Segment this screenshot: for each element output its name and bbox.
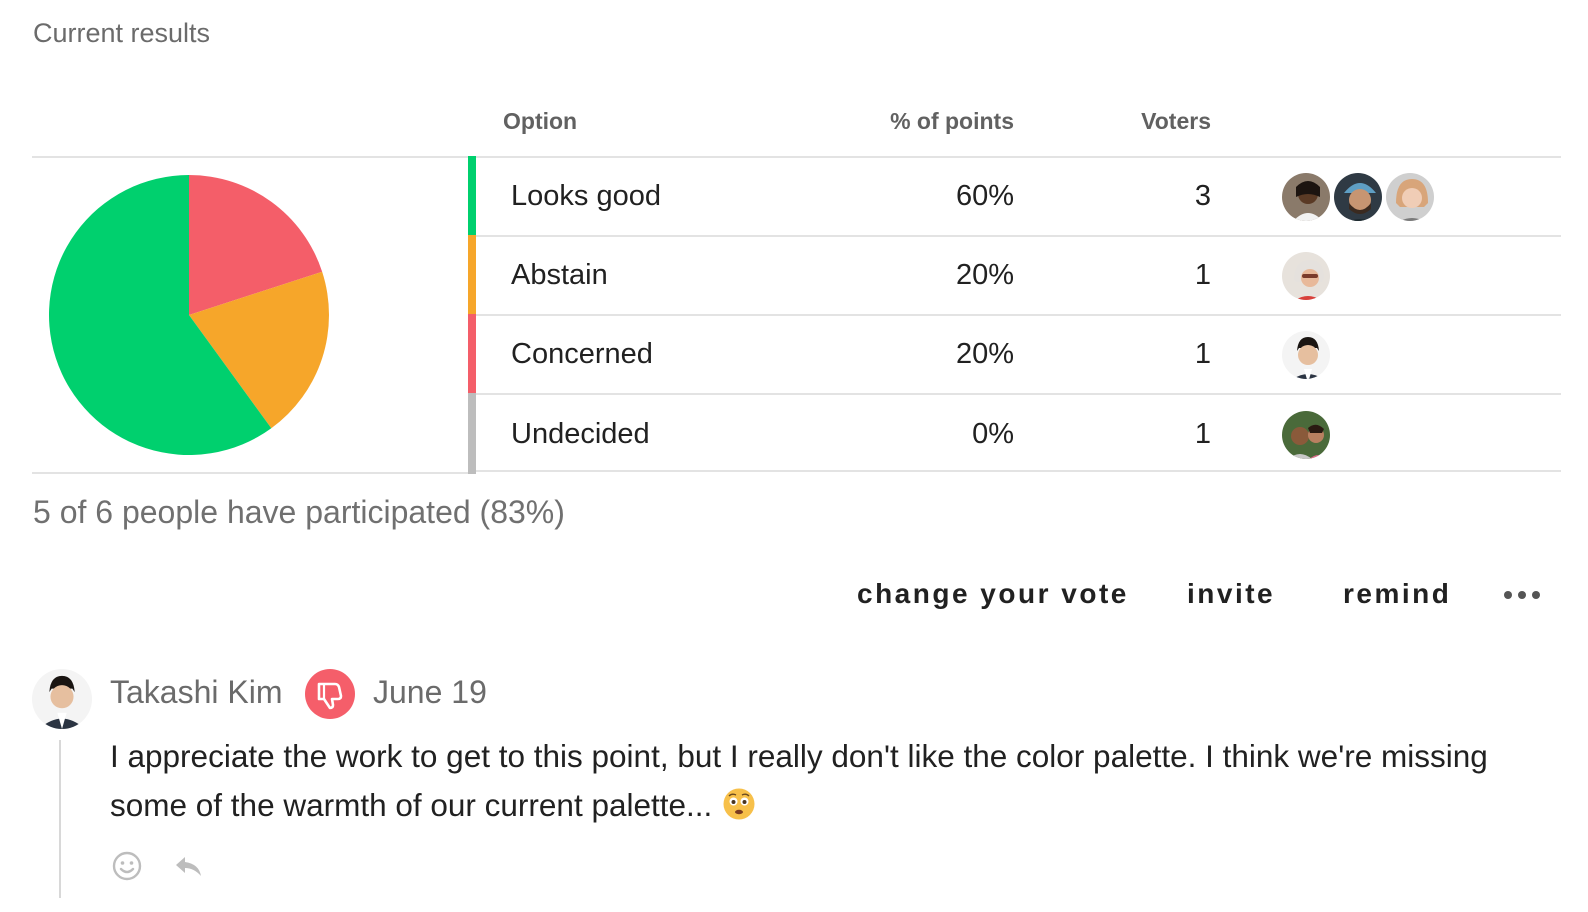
participation-summary: 5 of 6 people have participated (83%) (33, 494, 565, 530)
option-points: 20% (955, 338, 1014, 370)
worried-face-icon (722, 786, 756, 820)
option-points: 60% (955, 180, 1014, 212)
option-points: 0% (972, 418, 1014, 450)
option-voter-count: 1 (1194, 418, 1211, 450)
comment-author[interactable]: Takashi Kim (110, 674, 283, 711)
avatar[interactable] (1280, 250, 1332, 302)
option-color-bar (468, 235, 476, 316)
comment-date: June 19 (373, 674, 487, 710)
option-points: 20% (955, 259, 1014, 291)
avatar[interactable] (32, 669, 92, 729)
invite-button[interactable]: invite (1187, 578, 1275, 610)
option-color-bar (468, 393, 476, 474)
change-vote-button[interactable]: change your vote (857, 578, 1129, 610)
table-row: Undecided 0% 1 (468, 393, 1561, 474)
pie-chart-panel (32, 156, 468, 474)
option-voter-count: 3 (1194, 180, 1211, 212)
column-header-points: % of points (890, 108, 1014, 134)
column-header-voters: Voters (1141, 108, 1211, 134)
option-name: Looks good (511, 180, 661, 212)
remind-button[interactable]: remind (1343, 578, 1451, 610)
table-row: Concerned 20% 1 (468, 314, 1561, 395)
section-title: Current results (33, 18, 211, 48)
more-horizontal-icon[interactable] (1502, 585, 1542, 605)
pie-chart (48, 175, 329, 455)
smiley-icon[interactable] (111, 850, 143, 882)
option-color-bar (468, 314, 476, 395)
comment-body: I appreciate the work to get to this poi… (110, 732, 1560, 830)
avatar[interactable] (1280, 329, 1332, 381)
option-voter-count: 1 (1194, 259, 1211, 291)
option-name: Undecided (511, 418, 650, 450)
comment-text: I appreciate the work to get to this poi… (110, 738, 1488, 823)
option-name: Abstain (511, 259, 608, 291)
thumbs-down-icon (305, 669, 355, 719)
table-row: Looks good 60% 3 (468, 156, 1561, 237)
avatar[interactable] (1280, 409, 1332, 461)
table-row: Abstain 20% 1 (468, 235, 1561, 316)
column-header-option: Option (503, 108, 578, 134)
reply-icon[interactable] (172, 852, 204, 880)
avatar[interactable] (1384, 171, 1436, 223)
avatar[interactable] (1332, 171, 1384, 223)
option-voter-count: 1 (1194, 338, 1211, 370)
thread-line (59, 740, 61, 898)
option-color-bar (468, 156, 476, 237)
avatar[interactable] (1280, 171, 1332, 223)
option-name: Concerned (511, 338, 653, 370)
